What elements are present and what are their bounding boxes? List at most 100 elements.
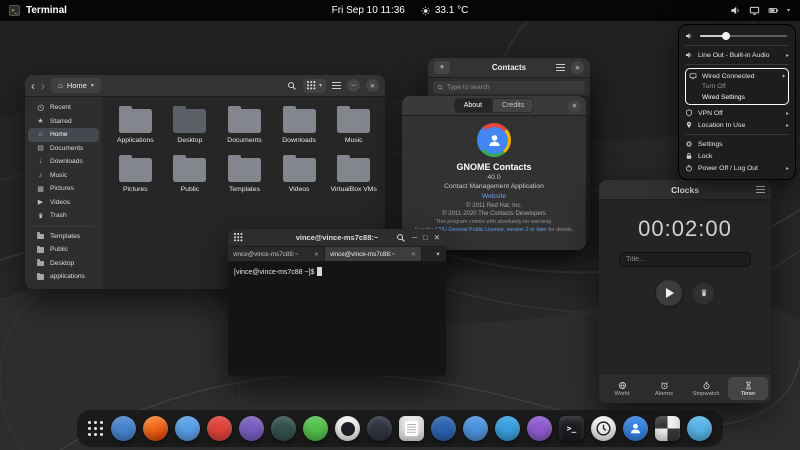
dock-app-chess[interactable] <box>655 416 680 441</box>
clocks-tab-timer[interactable]: Timer <box>728 377 768 400</box>
location-item[interactable]: Location In Use ▸ <box>685 119 789 131</box>
sidebar-item-desktop[interactable]: Desktop <box>28 257 99 271</box>
dock-app-fragments[interactable] <box>527 416 552 441</box>
contacts-search-input[interactable] <box>447 84 581 91</box>
tab-about[interactable]: About <box>454 98 492 113</box>
forward-button[interactable]: › <box>41 80 45 92</box>
volume-slider-knob[interactable] <box>722 32 730 40</box>
wired-settings-item[interactable]: Wired Settings <box>689 93 785 104</box>
dock-app-disks[interactable] <box>687 416 712 441</box>
dock-app-inkscape[interactable] <box>271 416 296 441</box>
audio-output-item[interactable]: Line Out - Built-in Audio ▸ <box>685 49 789 61</box>
clocks-tab-stopwatch[interactable]: Stopwatch <box>686 377 726 400</box>
minimize-button[interactable]: ─ <box>347 79 360 92</box>
dock-app-camera[interactable] <box>495 416 520 441</box>
lock-item[interactable]: Lock <box>685 150 789 162</box>
folder-pictures[interactable]: Pictures <box>108 154 163 193</box>
dock-app-clocks[interactable] <box>591 416 616 441</box>
wired-turn-off-item[interactable]: Turn Off <box>689 82 785 93</box>
maximize-button[interactable]: □ <box>423 233 428 242</box>
terminal-tab-2[interactable]: vince@vince-ms7c88:~ ✕ <box>325 247 422 261</box>
sidebar-item-recent[interactable]: Recent <box>28 101 99 115</box>
close-button[interactable]: ✕ <box>571 61 584 74</box>
folder-virtualbox-vms[interactable]: VirtualBox VMs <box>326 154 381 193</box>
clocks-tab-world[interactable]: World <box>602 377 642 400</box>
sidebar-item-videos[interactable]: ▶Videos <box>28 196 99 210</box>
menu-icon[interactable] <box>556 64 565 71</box>
prompt-icon: >_ <box>567 424 577 433</box>
folder-videos[interactable]: Videos <box>272 154 327 193</box>
add-contact-button[interactable]: + <box>434 61 450 74</box>
weather-indicator[interactable]: 33.1 °C <box>421 5 468 16</box>
system-status-menu[interactable]: ▾ <box>730 5 800 16</box>
close-button[interactable]: ✕ <box>568 100 581 113</box>
search-icon[interactable] <box>287 81 297 91</box>
sidebar-item-downloads[interactable]: ↓Downloads <box>28 155 99 169</box>
dock-app-contacts[interactable] <box>623 416 648 441</box>
folder-templates[interactable]: Templates <box>217 154 272 193</box>
terminal-tab-1[interactable]: vince@vince-ms7c88:~ ✕ <box>228 247 325 261</box>
dock-app-text-editor[interactable] <box>399 416 424 441</box>
menu-icon[interactable] <box>756 186 765 193</box>
settings-item[interactable]: Settings <box>685 138 789 150</box>
view-options-button[interactable]: ▾ <box>303 79 326 93</box>
sidebar-item-starred[interactable]: ★Starred <box>28 115 99 129</box>
dock-app-photos[interactable] <box>239 416 264 441</box>
menu-divider <box>685 45 789 46</box>
tab-list-button[interactable]: ▾ <box>430 247 446 261</box>
tab-credits[interactable]: Credits <box>492 98 534 113</box>
trash-icon <box>36 212 45 220</box>
sidebar-item-public[interactable]: Public <box>28 243 99 257</box>
tab-close-icon[interactable]: ✕ <box>411 251 416 258</box>
website-link[interactable]: Website <box>482 193 506 200</box>
sidebar-item-documents[interactable]: ▤Documents <box>28 142 99 156</box>
focused-app-menu[interactable]: >_ Terminal <box>0 5 67 16</box>
close-button[interactable]: ✕ <box>434 233 440 242</box>
license-link[interactable]: GNU General Public License, version 2 or… <box>435 227 547 233</box>
volume-slider[interactable] <box>700 35 787 38</box>
folder-music[interactable]: Music <box>326 105 381 144</box>
vpn-item[interactable]: VPN Off ▸ <box>685 107 789 119</box>
folder-downloads[interactable]: Downloads <box>272 105 327 144</box>
dock-app-mail[interactable] <box>175 416 200 441</box>
timer-delete-button[interactable] <box>693 283 714 304</box>
terminal-menu-icon[interactable] <box>234 233 243 242</box>
dock-app-software[interactable] <box>111 416 136 441</box>
clocks-tab-alarms[interactable]: Alarms <box>644 377 684 400</box>
sidebar-item-home[interactable]: ⌂Home <box>28 128 99 142</box>
dock-app-files[interactable] <box>463 416 488 441</box>
sidebar-item-label: Home <box>50 131 68 138</box>
sidebar-item-applications[interactable]: applications <box>28 270 99 284</box>
chevron-right-icon: ▸ <box>786 122 789 129</box>
terminal-content[interactable]: [vince@vince-ms7c88 ~]$ <box>228 262 446 375</box>
dock-app-steam[interactable] <box>367 416 392 441</box>
folder-documents[interactable]: Documents <box>217 105 272 144</box>
folder-applications[interactable]: Applications <box>108 105 163 144</box>
search-icon[interactable] <box>396 233 406 243</box>
back-button[interactable]: ‹ <box>31 80 35 92</box>
show-applications-button[interactable] <box>88 421 104 437</box>
folder-desktop[interactable]: Desktop <box>163 105 218 144</box>
dock-app-mint-install[interactable] <box>303 416 328 441</box>
power-item[interactable]: Power Off / Log Out ▸ <box>685 162 789 174</box>
sidebar-item-pictures[interactable]: ▦Pictures <box>28 182 99 196</box>
dock-app-pdf-viewer[interactable] <box>207 416 232 441</box>
sidebar-item-templates[interactable]: Templates <box>28 230 99 244</box>
search-field[interactable] <box>433 81 585 94</box>
wired-connected-item[interactable]: Wired Connected ▾ <box>689 70 785 82</box>
sidebar-item-music[interactable]: ♪Music <box>28 169 99 183</box>
dock-app-builder[interactable] <box>431 416 456 441</box>
dock-app-github-desktop[interactable] <box>335 416 360 441</box>
timer-start-button[interactable] <box>656 280 682 306</box>
tab-close-icon[interactable]: ✕ <box>314 251 319 258</box>
close-button[interactable]: ✕ <box>366 79 379 92</box>
pathbar-home-button[interactable]: ⌂ Home ▾ <box>51 78 101 93</box>
clock-menu[interactable]: Fri Sep 10 11:36 <box>332 5 405 16</box>
menu-icon[interactable] <box>332 82 341 89</box>
sidebar-item-trash[interactable]: Trash <box>28 209 99 223</box>
dock-app-terminal[interactable]: >_ <box>559 416 584 441</box>
minimize-button[interactable]: ─ <box>412 233 417 242</box>
dock-app-firefox[interactable] <box>143 416 168 441</box>
timer-name-input[interactable] <box>619 252 751 267</box>
folder-public[interactable]: Public <box>163 154 218 193</box>
